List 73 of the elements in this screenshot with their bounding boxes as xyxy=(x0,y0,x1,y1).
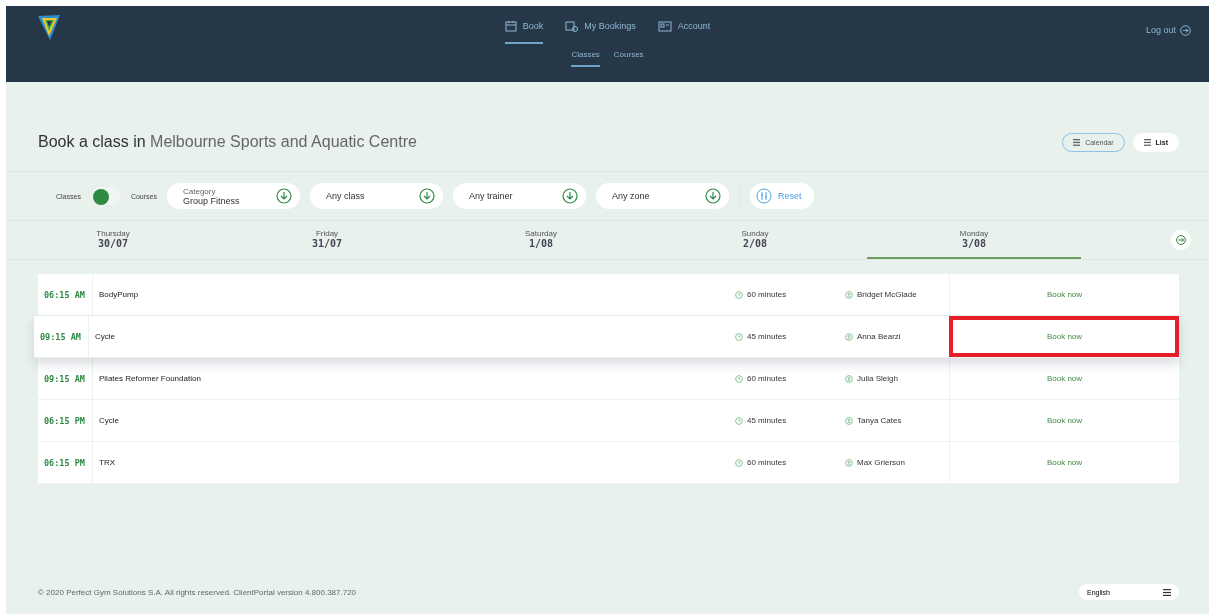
time-cell: 06:15 PM xyxy=(38,442,93,483)
trainer-cell: Anna Bearzi xyxy=(839,316,949,357)
sliders-icon xyxy=(756,188,772,204)
time-cell: 09:15 AM xyxy=(34,316,89,357)
logout-icon xyxy=(1180,24,1191,36)
calendar-icon xyxy=(504,20,517,32)
menu-icon xyxy=(1163,588,1171,596)
book-link[interactable]: Book now xyxy=(1046,458,1083,467)
person-icon xyxy=(845,416,853,425)
trainer-cell: Tanya Cates xyxy=(839,400,949,441)
class-row[interactable]: 09:15 AM Cycle 45 minutes Anna Bearzi Book now xyxy=(34,316,1179,358)
class-row[interactable]: 06:15 PM Cycle 45 minutes Tanya Cates Book now xyxy=(38,400,1179,442)
book-link[interactable]: Book now xyxy=(1046,374,1083,383)
duration-cell: 45 minutes xyxy=(729,316,839,357)
arrow-right-icon xyxy=(1176,235,1186,245)
trainer-cell: Bridget McGlade xyxy=(839,274,949,315)
class-name: Pilates Reformer Foundation xyxy=(98,373,202,385)
arrow-down-icon xyxy=(562,188,578,204)
arrow-down-icon xyxy=(419,188,435,204)
logo-icon xyxy=(36,12,62,42)
person-icon xyxy=(845,458,853,467)
filter-dropdown[interactable]: Any trainer xyxy=(453,183,586,209)
list-icon xyxy=(1143,138,1151,146)
trainer-cell: Julia Sleigh xyxy=(839,358,949,399)
duration-cell: 60 minutes xyxy=(729,442,839,483)
book-link[interactable]: Book now xyxy=(1046,290,1083,299)
duration-cell: 60 minutes xyxy=(729,358,839,399)
list-icon xyxy=(1073,138,1081,146)
duration-cell: 60 minutes xyxy=(729,274,839,315)
next-button[interactable] xyxy=(1171,230,1191,250)
clock-icon xyxy=(735,416,743,425)
copyright-text: © 2020 Perfect Gym Solutions S.A. All rights reserved. ClientPortal version 4.800.387.720 xyxy=(38,587,357,597)
arrow-down-icon xyxy=(705,188,721,204)
time-cell: 09:15 AM xyxy=(38,358,93,399)
person-icon xyxy=(845,374,853,383)
class-row[interactable]: 09:15 AM Pilates Reformer Foundation 60 minutes Julia Sleigh Book now xyxy=(38,358,1179,400)
class-name: Cycle xyxy=(94,331,116,343)
day-tab[interactable]: Monday 3/08 xyxy=(867,221,1081,259)
day-tab[interactable]: Thursday 30/07 xyxy=(6,221,220,259)
day-tab[interactable]: Friday 31/07 xyxy=(220,221,434,259)
class-row[interactable]: 06:15 AM BodyPump 60 minutes Bridget McGlade Book now xyxy=(38,274,1179,316)
class-name: Cycle xyxy=(98,415,120,427)
filter-dropdown[interactable]: Any class xyxy=(310,183,443,209)
filter-dropdown[interactable]: Any zone xyxy=(596,183,729,209)
book-link[interactable]: Book now xyxy=(1046,332,1083,341)
class-row[interactable]: 06:15 PM TRX 60 minutes Max Grierson Book now xyxy=(38,442,1179,484)
nav-tab[interactable]: Book xyxy=(504,20,544,44)
class-name: TRX xyxy=(98,457,116,469)
class-name: BodyPump xyxy=(98,289,140,301)
nav-tab[interactable]: Account xyxy=(657,20,711,44)
trainer-cell: Max Grierson xyxy=(839,442,949,483)
person-icon xyxy=(845,332,853,341)
time-cell: 06:15 AM xyxy=(38,274,93,315)
day-tab[interactable]: Saturday 1/08 xyxy=(434,221,648,259)
page-title: Book a class in Melbourne Sports and Aquatic Centre xyxy=(38,133,417,151)
person-icon xyxy=(845,290,853,299)
mode-switch[interactable] xyxy=(90,187,121,205)
logout-link[interactable]: Log out xyxy=(1145,22,1191,38)
calendar-clock-icon xyxy=(565,20,579,32)
duration-cell: 45 minutes xyxy=(729,400,839,441)
sub-tab[interactable]: Classes xyxy=(571,50,600,67)
clock-icon xyxy=(735,332,743,341)
sub-tab[interactable]: Courses xyxy=(613,50,644,67)
clock-icon xyxy=(735,290,743,299)
time-cell: 06:15 PM xyxy=(38,400,93,441)
day-tab[interactable]: Sunday 2/08 xyxy=(648,221,862,259)
arrow-down-icon xyxy=(276,188,292,204)
clock-icon xyxy=(735,374,743,383)
filter-dropdown[interactable]: Category Group Fitness xyxy=(167,183,300,209)
book-link[interactable]: Book now xyxy=(1046,416,1083,425)
clock-icon xyxy=(735,458,743,467)
id-card-icon xyxy=(657,20,672,32)
nav-tab[interactable]: My Bookings xyxy=(565,20,636,44)
